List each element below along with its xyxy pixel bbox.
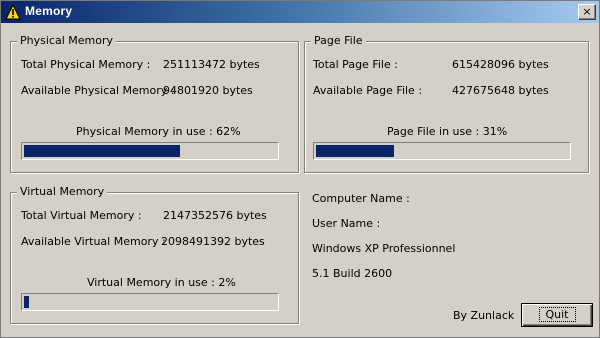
available-virtual-value: 2098491392 bytes [161,235,265,248]
available-page-file-value: 427675648 bytes [452,84,549,97]
total-virtual-value: 2147352576 bytes [163,209,267,222]
close-icon: × [582,5,592,18]
computer-name-label: Computer Name : [312,192,410,205]
physical-memory-legend: Physical Memory [17,34,116,47]
physical-usage-caption: Physical Memory in use : 62% [76,125,241,138]
title-bar[interactable]: Memory × [1,1,599,23]
total-virtual-label: Total Virtual Memory : [21,209,142,222]
available-page-file-label: Available Page File : [313,84,423,97]
quit-button[interactable]: Quit [521,303,593,327]
author-credit: By Zunlack [453,309,515,322]
page-file-usage-fill [316,145,394,157]
total-page-file-value: 615428096 bytes [452,58,549,71]
total-page-file-label: Total Page File : [313,58,398,71]
virtual-memory-legend: Virtual Memory [17,185,108,198]
page-file-usage-caption: Page File in use : 31% [387,125,508,138]
page-file-group: Page File Total Page File : 615428096 by… [304,34,589,173]
os-build: 5.1 Build 2600 [312,267,393,280]
physical-usage-bar [21,142,279,160]
window-title: Memory [25,4,73,18]
total-physical-label: Total Physical Memory : [21,58,151,71]
physical-memory-group: Physical Memory Total Physical Memory : … [10,34,299,173]
page-file-legend: Page File [311,34,366,47]
available-physical-label: Available Physical Memory : [21,84,175,97]
total-physical-value: 251113472 bytes [163,58,260,71]
warning-icon [5,4,21,20]
os-name: Windows XP Professionnel [312,242,456,255]
virtual-usage-bar [21,293,279,311]
close-button[interactable]: × [578,4,596,20]
available-physical-value: 94801920 bytes [163,84,253,97]
virtual-usage-fill [24,296,29,308]
available-virtual-label: Available Virtual Memory : [21,235,166,248]
page-file-usage-bar [313,142,571,160]
virtual-memory-group: Virtual Memory Total Virtual Memory : 21… [10,185,299,324]
virtual-usage-caption: Virtual Memory in use : 2% [87,276,236,289]
quit-button-label: Quit [538,307,576,322]
user-name-label: User Name : [312,217,381,230]
memory-window: Memory × Physical Memory Total Physical … [0,0,600,338]
physical-usage-fill [24,145,180,157]
